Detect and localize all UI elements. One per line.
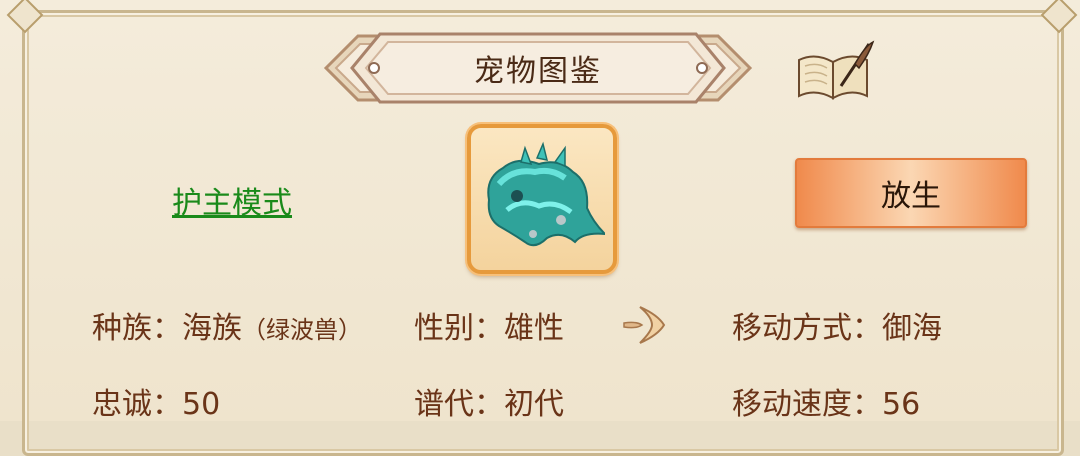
release-button[interactable]: 放生	[795, 158, 1027, 228]
move-mode-stat: 移动方式：御海	[732, 303, 942, 347]
guard-mode-link[interactable]: 护主模式	[172, 178, 292, 222]
loyalty-value: 50	[182, 387, 221, 422]
loyalty-stat: 忠诚：50	[92, 379, 220, 423]
generation-stat: 谱代：初代	[414, 379, 564, 423]
gender-value: 雄性	[504, 311, 564, 346]
pet-portrait[interactable]	[467, 124, 617, 274]
gender-label: 性别：	[414, 311, 504, 346]
race-subtype: （绿波兽）	[242, 316, 362, 344]
generation-label: 谱代：	[414, 387, 504, 422]
page-title: 宠物图鉴	[474, 54, 602, 89]
gender-stat: 性别：雄性	[414, 303, 564, 347]
race-label: 种族：	[92, 311, 182, 346]
loyalty-label: 忠诚：	[92, 387, 182, 422]
move-speed-label: 移动速度：	[732, 387, 882, 422]
pet-handbook-panel: 宠物图鉴 护主模式 放生 种族：海族（绿波兽） 性别：雄性 移动方式：御海 忠诚…	[0, 0, 1080, 456]
generation-value: 初代	[504, 387, 564, 422]
move-speed-value: 56	[882, 387, 921, 422]
move-mode-label: 移动方式：	[732, 311, 882, 346]
move-mode-value: 御海	[882, 311, 942, 346]
race-stat: 种族：海族（绿波兽）	[92, 303, 362, 347]
move-speed-stat: 移动速度：56	[732, 379, 920, 423]
race-value: 海族	[182, 311, 242, 346]
arrow-right-icon[interactable]	[618, 303, 668, 345]
pet-portrait-icon	[487, 141, 605, 247]
book-quill-icon[interactable]	[795, 38, 875, 104]
title-banner: 宠物图鉴	[322, 30, 754, 106]
